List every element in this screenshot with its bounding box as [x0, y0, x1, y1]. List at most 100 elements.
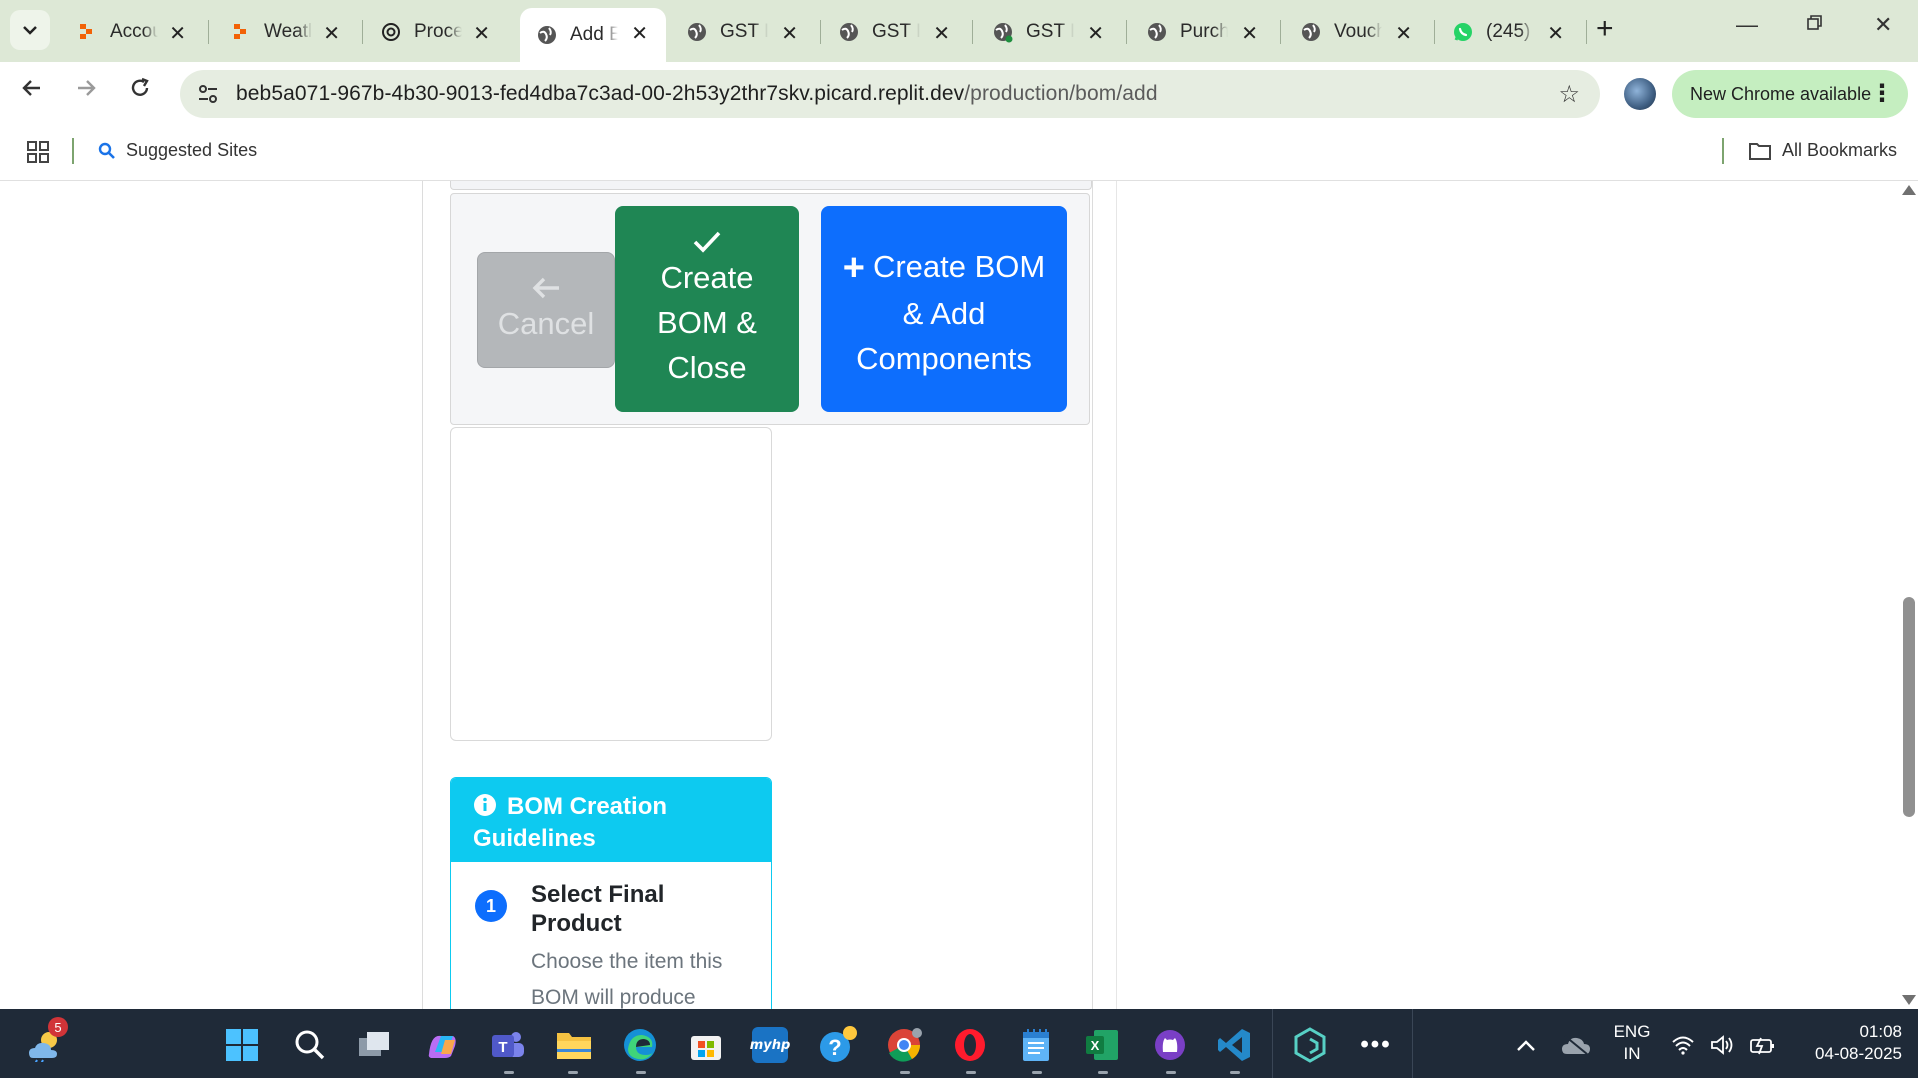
edge-icon[interactable]	[620, 1025, 660, 1065]
task-view-icon[interactable]	[354, 1025, 394, 1065]
tab-title: Purch	[1180, 21, 1228, 42]
all-bookmarks-button[interactable]: All Bookmarks	[1748, 140, 1897, 161]
tab-separator	[972, 20, 973, 44]
tab-separator	[820, 20, 821, 44]
browser-tab[interactable]: Weatl ✕	[214, 8, 358, 56]
globe-icon	[1146, 21, 1168, 43]
form-card-bottom-edge	[450, 181, 1092, 190]
ms-store-icon[interactable]	[686, 1025, 726, 1065]
vscode-icon[interactable]	[1214, 1025, 1254, 1065]
window-close-icon[interactable]: ✕	[1874, 12, 1892, 38]
restore-icon[interactable]	[1806, 12, 1824, 38]
browser-tab[interactable]: GST Ir ✕	[976, 8, 1122, 56]
github-desktop-icon[interactable]	[1150, 1025, 1190, 1065]
back-icon[interactable]	[20, 76, 44, 107]
minimize-icon[interactable]: —	[1736, 12, 1758, 38]
replit-icon	[230, 21, 252, 43]
tab-title: Accou	[110, 21, 158, 42]
scrollbar-track[interactable]	[1900, 181, 1918, 1009]
scrollbar-thumb[interactable]	[1903, 597, 1915, 817]
chevron-up-icon[interactable]	[1506, 1025, 1546, 1065]
close-icon[interactable]: ✕	[473, 21, 490, 46]
taskbar-separator	[1272, 1009, 1273, 1078]
chrome-icon[interactable]	[884, 1025, 924, 1065]
close-icon[interactable]: ✕	[781, 21, 798, 46]
globe-icon	[686, 21, 708, 43]
close-icon[interactable]: ✕	[631, 21, 648, 46]
opera-icon[interactable]	[950, 1025, 990, 1065]
volume-icon[interactable]	[1710, 1025, 1736, 1065]
browser-tab[interactable]: (245) ✕	[1436, 8, 1582, 56]
arrow-left-icon	[532, 277, 559, 298]
browser-tab[interactable]: Purch ✕	[1130, 8, 1276, 56]
battery-charging-icon[interactable]	[1748, 1025, 1778, 1065]
guidelines-title: BOM Creation Guidelines	[473, 793, 668, 852]
profile-avatar[interactable]	[1624, 78, 1656, 110]
content-border-right-outer	[1116, 181, 1117, 1009]
suggested-sites-bookmark[interactable]: Suggested Sites	[98, 140, 257, 161]
copilot-icon[interactable]	[422, 1025, 462, 1065]
app-cube-icon[interactable]	[1290, 1025, 1330, 1065]
more-menu-icon[interactable]: ⋮	[1870, 79, 1894, 108]
browser-tab[interactable]: Vouch ✕	[1284, 8, 1430, 56]
excel-icon[interactable]: X	[1082, 1025, 1122, 1065]
close-icon[interactable]: ✕	[1547, 21, 1564, 46]
whatsapp-icon	[1452, 21, 1474, 43]
guidelines-card: BOM Creation Guidelines 1 Select Final P…	[450, 777, 772, 1009]
tab-separator	[1586, 20, 1587, 44]
running-indicator	[900, 1071, 910, 1074]
address-bar[interactable]: beb5a071-967b-4b30-9013-fed4dba7c3ad-00-…	[180, 70, 1600, 118]
url-path: /production/bom/add	[964, 82, 1158, 105]
content-border-left	[422, 181, 423, 1009]
create-close-label: Create BOM & Close	[657, 259, 757, 385]
plus-icon: +	[842, 247, 865, 289]
search-icon[interactable]	[290, 1025, 330, 1065]
create-bom-close-button[interactable]: Create BOM & Close	[615, 206, 799, 412]
clock[interactable]: 01:08 04-08-2025	[1790, 1021, 1902, 1065]
onedrive-icon[interactable]	[1556, 1025, 1596, 1065]
close-icon[interactable]: ✕	[1241, 21, 1258, 46]
reload-icon[interactable]	[128, 76, 152, 107]
scroll-down-arrow[interactable]	[1902, 995, 1916, 1005]
teams-icon[interactable]: T	[488, 1025, 528, 1065]
tab-title: Add E	[570, 24, 618, 45]
notepad-icon[interactable]	[1016, 1025, 1056, 1065]
close-icon[interactable]: ✕	[933, 21, 950, 46]
folder-icon	[1749, 142, 1771, 160]
step-number: 1	[475, 890, 507, 922]
close-icon[interactable]: ✕	[323, 21, 340, 46]
cancel-button[interactable]: Cancel	[477, 252, 615, 368]
chrome-update-button[interactable]: New Chrome available ⋮	[1672, 70, 1908, 118]
step-title: Select Final Product	[531, 881, 665, 937]
page-viewport: Cancel Create BOM & Close + Create BOM & …	[0, 181, 1918, 1009]
browser-tab-active[interactable]: Add E ✕	[520, 8, 666, 62]
help-icon[interactable]: ?	[818, 1025, 858, 1065]
wifi-icon[interactable]	[1670, 1025, 1696, 1065]
form-actions-panel: Cancel Create BOM & Close + Create BOM & …	[450, 193, 1090, 425]
bookmarks-separator	[72, 138, 74, 164]
more-apps-icon[interactable]: •••	[1356, 1025, 1396, 1065]
myhp-icon[interactable]: myhp	[750, 1027, 790, 1063]
close-icon[interactable]: ✕	[1395, 21, 1412, 46]
apps-grid-icon[interactable]	[26, 140, 50, 169]
browser-tab[interactable]: Accou ✕	[60, 8, 204, 56]
update-label: New Chrome available	[1690, 83, 1872, 104]
tab-separator	[208, 20, 209, 44]
browser-tab[interactable]: GST Ir ✕	[822, 8, 968, 56]
forward-icon[interactable]	[74, 76, 98, 107]
new-tab-button[interactable]: +	[1596, 12, 1614, 46]
create-bom-add-components-button[interactable]: + Create BOM & Add Components	[821, 206, 1067, 412]
close-icon[interactable]: ✕	[169, 21, 186, 46]
windows-start-icon[interactable]	[222, 1025, 262, 1065]
site-info-icon[interactable]	[196, 82, 220, 111]
file-explorer-icon[interactable]	[554, 1025, 594, 1065]
close-icon[interactable]: ✕	[1087, 21, 1104, 46]
tab-search-button[interactable]	[10, 10, 50, 50]
language-indicator[interactable]: ENG IN	[1604, 1021, 1660, 1065]
browser-tab[interactable]: Proce ✕	[364, 8, 508, 56]
browser-tab[interactable]: GST Ir ✕	[670, 8, 816, 56]
tab-separator	[1434, 20, 1435, 44]
tab-strip: Accou ✕ Weatl ✕ Proce ✕ Add E ✕ GST Ir ✕	[0, 0, 1918, 62]
scroll-up-arrow[interactable]	[1902, 185, 1916, 195]
bookmark-star-icon[interactable]: ☆	[1558, 80, 1580, 109]
